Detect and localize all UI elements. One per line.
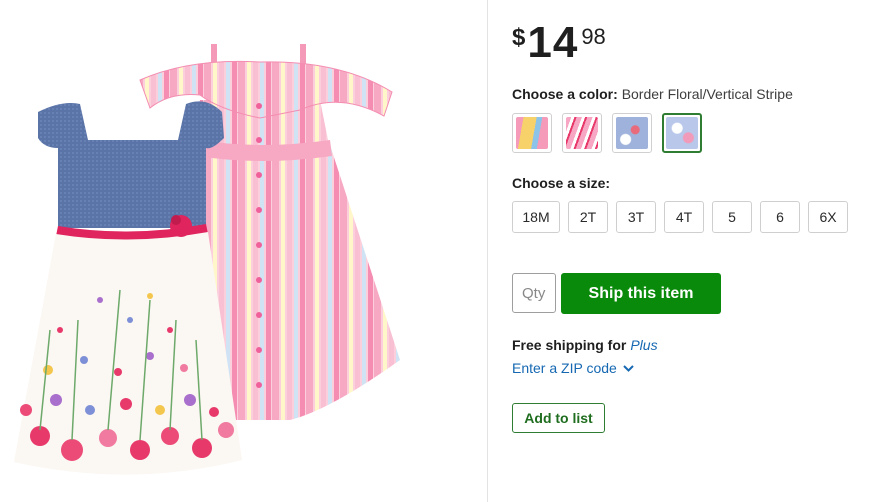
product-details-panel: $ 14 98 Choose a color: Border Floral/Ve… [512,0,872,502]
size-option-6[interactable]: 6 [760,201,800,233]
size-option-6x[interactable]: 6X [808,201,848,233]
size-option-5[interactable]: 5 [712,201,752,233]
color-swatch-2[interactable] [562,113,602,153]
border-floral-vertical-stripe-swatch-icon [666,117,698,149]
color-swatch-1[interactable] [512,113,552,153]
product-image[interactable] [0,0,487,502]
quantity-input[interactable] [512,273,556,313]
color-swatches [512,113,702,153]
price-currency: $ [512,24,526,51]
color-swatch-4[interactable] [662,113,702,153]
pink-floral-swatch-icon [566,117,598,149]
add-to-list-button[interactable]: Add to list [512,403,605,433]
product-image-gallery[interactable] [0,0,487,502]
enter-zip-code-link[interactable]: Enter a ZIP code [512,360,634,376]
color-label-row: Choose a color: Border Floral/Vertical S… [512,86,793,102]
free-shipping-label: Free shipping for [512,337,627,353]
price: $ 14 98 [512,20,606,70]
price-dollars: 14 [527,18,579,67]
size-label-row: Choose a size: [512,175,610,191]
price-cents: 98 [581,24,606,49]
free-shipping-text: Free shipping for Plus [512,337,658,353]
yellow-floral-swatch-icon [516,117,548,149]
panel-divider [487,0,488,502]
color-label: Choose a color: [512,86,618,102]
size-option-3t[interactable]: 3T [616,201,656,233]
size-label: Choose a size: [512,175,611,191]
blue-floral-swatch-icon [616,117,648,149]
chevron-down-icon [623,364,634,372]
size-option-18m[interactable]: 18M [512,201,560,233]
ship-this-item-button[interactable]: Ship this item [561,273,721,314]
selected-color-value: Border Floral/Vertical Stripe [621,86,793,102]
size-options: 18M 2T 3T 4T 5 6 6X [512,201,848,233]
enter-zip-code-label: Enter a ZIP code [512,360,617,376]
plus-membership-label: Plus [630,337,658,353]
color-swatch-3[interactable] [612,113,652,153]
size-option-4t[interactable]: 4T [664,201,704,233]
size-option-2t[interactable]: 2T [568,201,608,233]
